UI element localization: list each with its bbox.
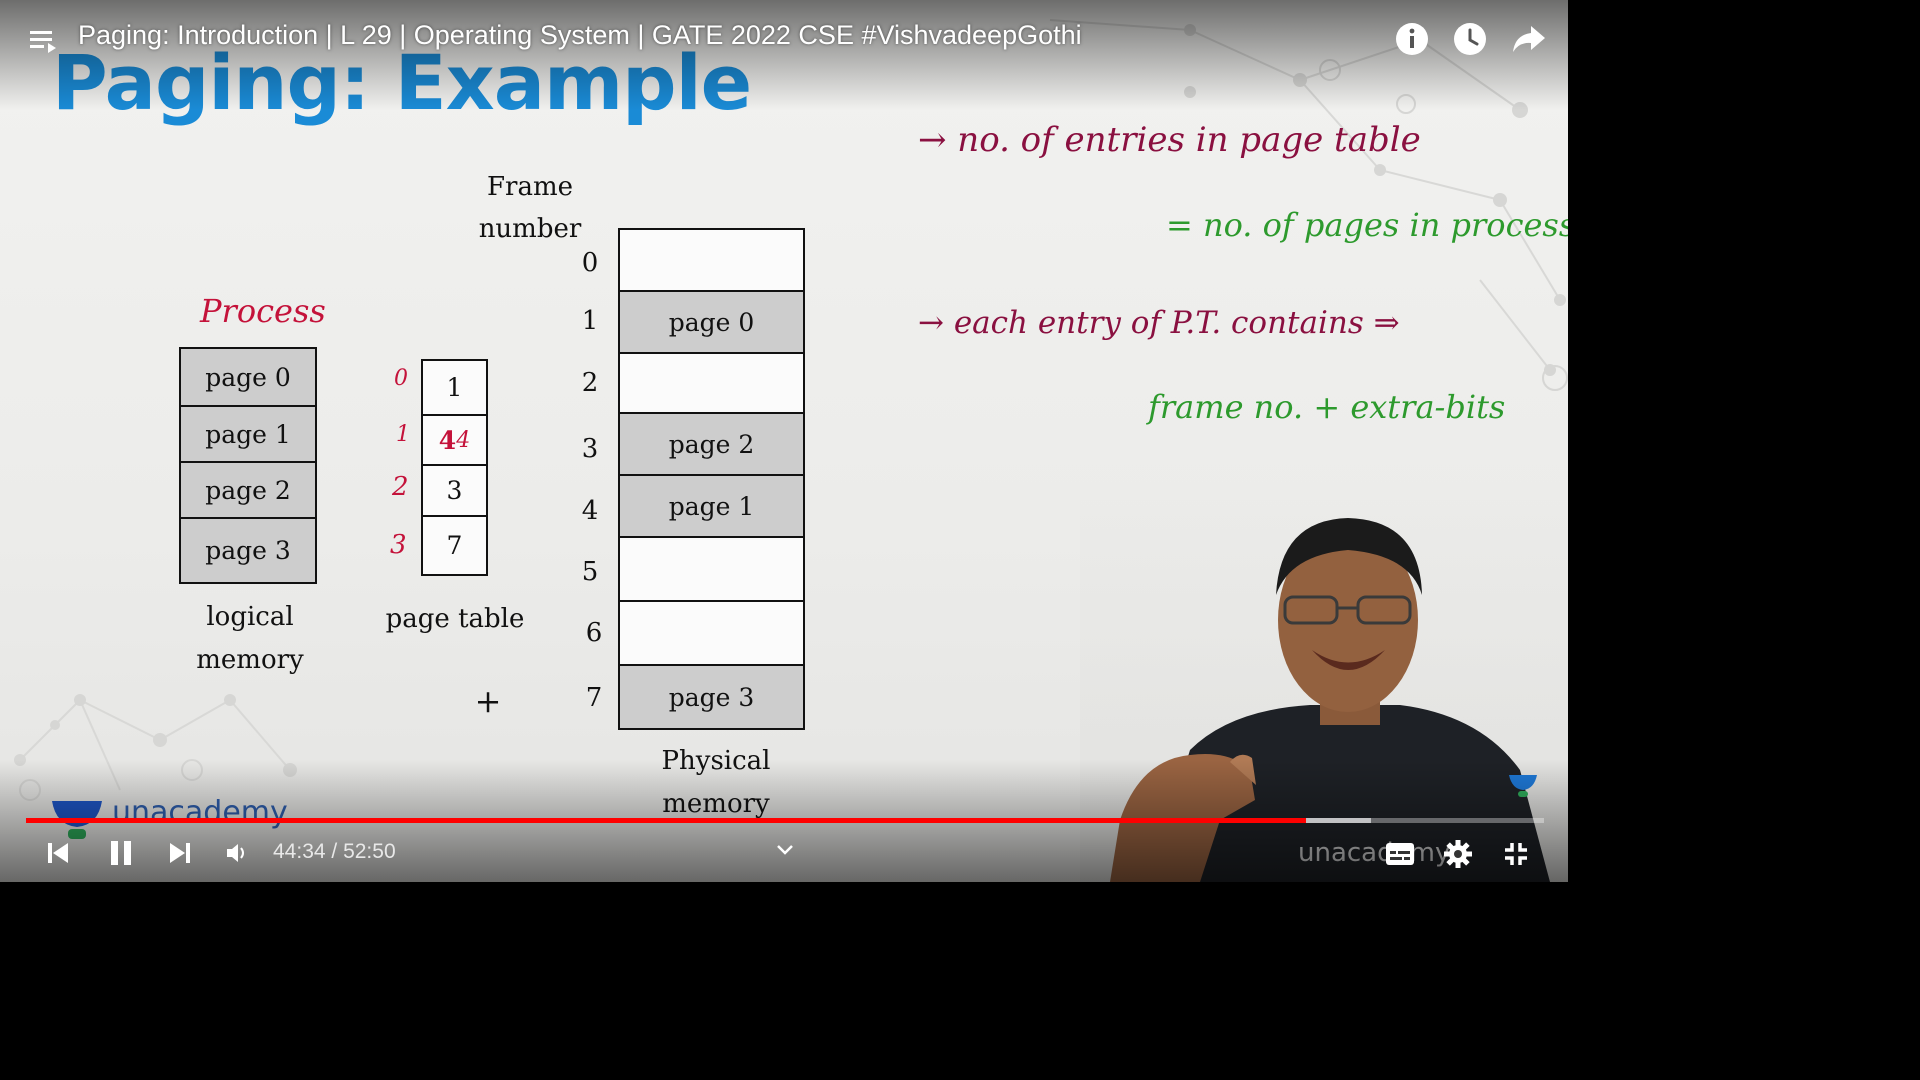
exit-fullscreen-button[interactable] bbox=[1498, 836, 1534, 872]
logical-page: page 1 bbox=[179, 405, 317, 463]
frame-number: 3 bbox=[581, 434, 599, 464]
playlist-icon bbox=[30, 31, 56, 53]
time-total: 52:50 bbox=[343, 840, 396, 863]
physical-frame bbox=[618, 536, 805, 602]
gear-icon bbox=[1444, 840, 1472, 868]
physical-frame bbox=[618, 228, 805, 292]
frame-number: 6 bbox=[585, 618, 603, 648]
volume-icon bbox=[227, 844, 244, 862]
label-line: logical bbox=[206, 602, 294, 632]
video-frame: Paging: Example Process page 0 page 1 pa… bbox=[0, 0, 1568, 882]
next-button[interactable] bbox=[164, 836, 198, 870]
time-display: 44:34 / 52:50 bbox=[273, 840, 396, 864]
page-table-label: page table bbox=[385, 604, 525, 634]
physical-frame bbox=[618, 600, 805, 666]
chevron-down-icon bbox=[777, 845, 793, 855]
note-line: → each entry of P.T. contains ⇒ bbox=[918, 305, 1400, 341]
frame-number: 4 bbox=[581, 496, 599, 526]
page-table-index: 3 bbox=[390, 530, 407, 560]
time-current: 44:34 bbox=[273, 840, 326, 863]
info-icon bbox=[1396, 23, 1428, 55]
physical-frame bbox=[618, 352, 805, 414]
playlist-button[interactable] bbox=[28, 24, 60, 56]
physical-frame: page 2 bbox=[618, 412, 805, 476]
page-table-entry: 44 bbox=[421, 414, 488, 466]
info-button[interactable] bbox=[1394, 21, 1430, 57]
note-line: → no. of entries in page table bbox=[918, 120, 1421, 160]
logical-page: page 0 bbox=[179, 347, 317, 407]
label-line: memory bbox=[196, 645, 304, 675]
exit-fullscreen-icon bbox=[1505, 843, 1527, 865]
physical-frame: page 1 bbox=[618, 474, 805, 538]
process-label: Process bbox=[200, 292, 326, 330]
chevron-button[interactable] bbox=[772, 838, 798, 862]
label-line: number bbox=[478, 214, 582, 244]
page-table-entry: 1 bbox=[421, 359, 488, 416]
page-table-entry: 3 bbox=[421, 464, 488, 517]
skip-previous-icon bbox=[48, 843, 68, 863]
pause-icon bbox=[111, 841, 131, 865]
top-gradient bbox=[0, 0, 1568, 110]
physical-frame: page 0 bbox=[618, 290, 805, 354]
page-table-entry-scribble: 4 bbox=[456, 427, 471, 453]
clock-icon bbox=[1454, 23, 1486, 55]
volume-button[interactable] bbox=[220, 836, 254, 870]
progress-bar[interactable] bbox=[26, 818, 1544, 823]
logical-page: page 3 bbox=[179, 517, 317, 584]
note-line: = no. of pages in process bbox=[1166, 206, 1568, 244]
watch-later-button[interactable] bbox=[1452, 21, 1488, 57]
logical-memory-label: logical memory bbox=[170, 596, 330, 682]
logical-page: page 2 bbox=[179, 461, 317, 519]
frame-number-header: Frame number bbox=[462, 166, 598, 250]
time-separator: / bbox=[325, 840, 344, 863]
pause-button[interactable] bbox=[102, 834, 140, 872]
video-player[interactable]: Paging: Example Process page 0 page 1 pa… bbox=[0, 0, 1568, 882]
previous-button[interactable] bbox=[40, 836, 74, 870]
video-title[interactable]: Paging: Introduction | L 29 | Operating … bbox=[78, 20, 1082, 51]
page-table-index: 0 bbox=[394, 366, 408, 391]
frame-number: 2 bbox=[581, 368, 599, 398]
settings-button[interactable] bbox=[1440, 836, 1476, 872]
share-button[interactable] bbox=[1510, 21, 1548, 57]
frame-number: 1 bbox=[581, 306, 599, 336]
captions-button[interactable] bbox=[1382, 838, 1418, 870]
page-table-entry-value: 4 bbox=[438, 425, 457, 455]
captions-icon bbox=[1386, 843, 1414, 865]
page-table-index: 2 bbox=[392, 472, 409, 502]
page-table-entry: 7 bbox=[421, 515, 488, 576]
frame-number: 5 bbox=[581, 557, 599, 587]
progress-played bbox=[26, 818, 1307, 823]
frame-number: 0 bbox=[581, 248, 599, 278]
label-line: Frame bbox=[486, 172, 573, 202]
skip-next-icon bbox=[170, 843, 190, 863]
share-icon bbox=[1513, 26, 1545, 52]
note-line: frame no. + extra-bits bbox=[1148, 388, 1506, 426]
frame-number: 7 bbox=[585, 683, 603, 713]
plus-sign: + bbox=[474, 682, 502, 720]
physical-frame: page 3 bbox=[618, 664, 805, 730]
page-table-index: 1 bbox=[396, 422, 410, 447]
